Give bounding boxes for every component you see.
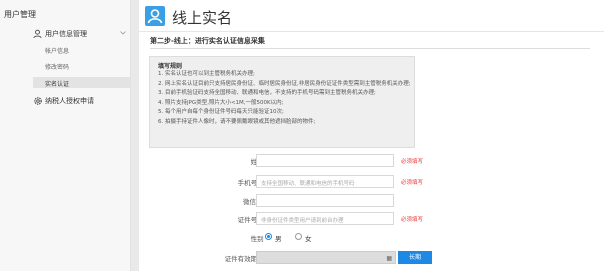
sidebar-item-change-password[interactable]: 修改密码 [45, 62, 69, 71]
phone-input[interactable]: 支持全国移动、联通和电信的手机号码 [256, 175, 394, 188]
id-input[interactable]: 非身份证件类型用户请到前台办理 [256, 212, 394, 225]
sidebar-title: 用户管理 [4, 10, 36, 19]
validity-date-input[interactable]: ▦ [256, 251, 396, 264]
sidebar-group-label: 用户信息管理 [45, 30, 87, 38]
notice-box: 填写规则 1. 实名认证也可以到主管税务机关办理; 2. 网上实名认证目前只支持… [149, 56, 415, 148]
person-card-icon [145, 6, 165, 26]
notice-item: 4. 照片支持JPG类型,照片大小<1M,一般500K以内; [158, 99, 284, 106]
step-title: 第二步-线上：进行实名认证信息采集 [150, 37, 265, 45]
form-row-wechat: 微信号码 [139, 194, 604, 208]
notice-item: 6. 拍摄手持证件人像时，请不要佩戴眼镜或其他遮挡脸部的物件; [158, 118, 316, 125]
sidebar-group-user-info[interactable]: 用户信息管理 [0, 27, 131, 42]
form-row-phone: 手机号码 * 支持全国移动、联通和电信的手机号码 必须填写 [139, 175, 604, 189]
form-row-gender: 性别 * 男 女 [139, 231, 604, 245]
gender-male-label: 男 [275, 235, 282, 243]
gender-female-label: 女 [305, 235, 312, 243]
gender-male-radio[interactable] [265, 233, 272, 240]
notice-list: 1. 实名认证也可以到主管税务机关办理; 2. 网上实名认证目前只支持居民身份证… [158, 70, 411, 128]
notice-item: 2. 网上实名认证目前只支持居民身份证、临时居民身份证,非居民身份证证件类型需到… [158, 80, 411, 87]
notice-item: 1. 实名认证也可以到主管税务机关办理; [158, 71, 255, 77]
sidebar-item-account-info[interactable]: 帐户信息 [45, 46, 69, 55]
notice-title: 填写规则 [158, 63, 183, 70]
sidebar-item-label: 纳税人授权申请 [45, 97, 94, 105]
long-term-button[interactable]: 长期 [398, 251, 432, 264]
step-divider [150, 48, 590, 49]
notice-item: 5. 每个用户自每个身份证件号码每天只能验证10次; [158, 109, 284, 116]
page-title: 线上实名 [172, 9, 233, 27]
name-input[interactable] [256, 154, 394, 167]
calendar-icon: ▦ [386, 255, 392, 262]
gear-icon [34, 97, 42, 105]
required-hint: 必须填写 [401, 159, 424, 165]
header-divider [139, 31, 604, 32]
notice-item: 3. 目前手机验证码支持全国移动、联通和电信，不支持的手机号码需到主管税务机关办… [158, 90, 376, 97]
main-panel: 线上实名 第二步-线上：进行实名认证信息采集 填写规则 1. 实名认证也可以到主… [139, 0, 604, 271]
sidebar-item-taxpayer-auth[interactable]: 纳税人授权申请 [0, 94, 131, 109]
form-row-name: 姓名 * 必须填写 [139, 154, 604, 168]
required-hint: 必须填写 [401, 180, 424, 186]
sidebar: 用户管理 用户信息管理 帐户信息 修改密码 实名认证 纳税人授权申请 [0, 0, 131, 271]
form-row-validity: 证件有效期止 * ▦ 长期 [139, 251, 604, 265]
form-row-id: 证件号码 * 非身份证件类型用户请到前台办理 必须填写 [139, 212, 604, 226]
wechat-input[interactable] [256, 194, 394, 207]
chevron-down-icon [120, 31, 126, 35]
required-hint: 必须填写 [401, 217, 424, 223]
sidebar-item-real-name[interactable]: 实名认证 [45, 79, 69, 88]
user-icon [33, 29, 42, 39]
gender-female-radio[interactable] [295, 233, 302, 240]
